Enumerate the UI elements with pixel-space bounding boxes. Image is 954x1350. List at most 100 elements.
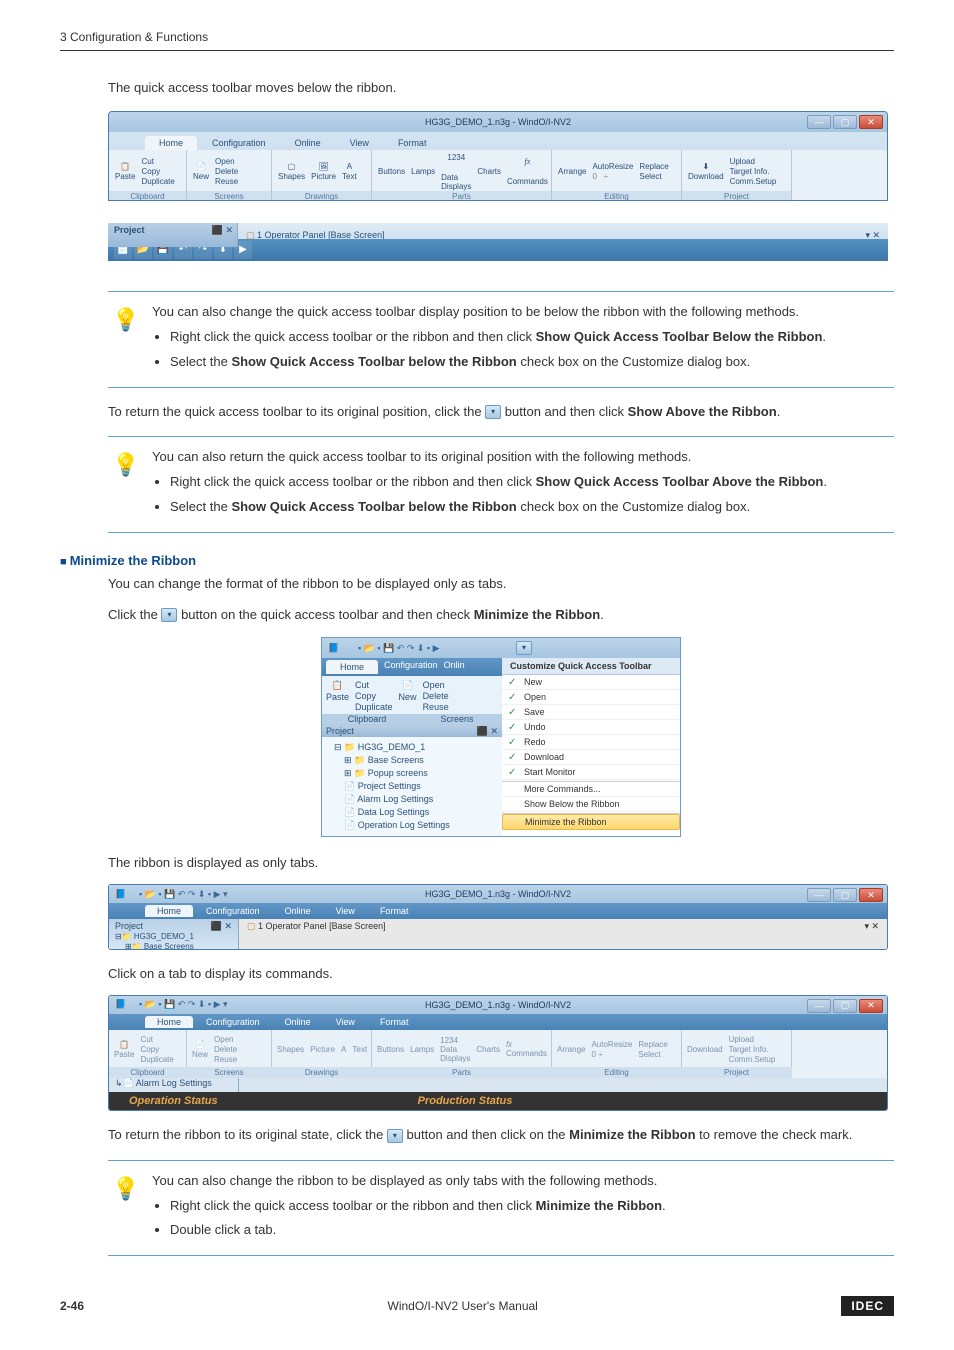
dd-screens-label: Screens	[412, 714, 502, 724]
menu-save: ✓Save	[502, 705, 680, 720]
tree3-base: Base Screens	[144, 942, 194, 950]
target-info-item: Target Info.	[730, 167, 777, 176]
lightbulb-icon: 💡	[112, 302, 138, 328]
copy-item: Copy	[141, 167, 174, 176]
ribbon-tabs-only-text: The ribbon is displayed as only tabs.	[108, 853, 894, 874]
comm-setup-item: Comm.Setup	[730, 177, 777, 186]
exp-project-label: Project	[681, 1067, 792, 1078]
menu-more-commands: More Commands...	[502, 782, 680, 797]
menu-start-monitor: ✓Start Monitor	[502, 765, 680, 780]
download-item: ⬇Download	[688, 162, 724, 181]
click-tab-text: Click on a tab to display its commands.	[108, 964, 894, 985]
exp-data: Data Displays	[440, 1045, 470, 1063]
reuse-item: Reuse	[215, 177, 238, 186]
exp-buttons: Buttons	[377, 1045, 404, 1054]
tip-block-1: 💡 You can also change the quick access t…	[108, 291, 894, 387]
dd-tab-config: Configuration	[378, 660, 444, 674]
footer-title: WindO/I-NV2 User's Manual	[388, 1299, 538, 1313]
dd-duplicate: Duplicate	[355, 702, 393, 712]
dd-delete: Delete	[423, 691, 449, 701]
picture-item: 🖼Picture	[311, 162, 336, 181]
clipboard-group-label: Clipboard	[109, 191, 186, 201]
brand-logo: IDEC	[841, 1296, 894, 1316]
tab-view: View	[324, 905, 367, 917]
window-title-3: HG3G_DEMO_1.n3g - WindO/I-NV2	[425, 889, 571, 899]
tip3-bullet-1: Right click the quick access toolbar or …	[170, 1196, 894, 1217]
exp-select: Select	[638, 1050, 667, 1059]
tab4-home: Home	[145, 1016, 193, 1028]
tabs-only-screenshot: 📘 ▪ 📂 ▪ 💾 ↶ ↷ ⬇ ▪ ▶ ▾ HG3G_DEMO_1.n3g - …	[108, 884, 888, 950]
tree-project-settings: 📄 Project Settings	[326, 780, 498, 793]
exp-charts: Charts	[476, 1045, 500, 1054]
exp-editing-label: Editing	[551, 1067, 682, 1078]
customize-dropdown-screenshot: 📘 ▪ 📂 ▪ 💾 ↶ ↷ ⬇ ▪ ▶ ▾ Home Configuration…	[321, 637, 681, 837]
screens-group-label: Screens	[187, 191, 271, 201]
maximize-window-icon: ▢	[833, 999, 857, 1013]
minimize-window-icon: —	[807, 999, 831, 1013]
exp-delete: Delete	[214, 1045, 237, 1054]
menu-download: ✓Download	[502, 750, 680, 765]
tip1-bullet-1: Right click the quick access toolbar or …	[170, 327, 894, 348]
dropdown-icon: ▾	[485, 405, 501, 419]
tip-block-2: 💡 You can also return the quick access t…	[108, 436, 894, 532]
exp-copy: Copy	[140, 1045, 173, 1054]
duplicate-item: Duplicate	[141, 177, 174, 186]
data-displays-part: 1234Data Displays	[441, 153, 471, 191]
lightbulb-icon: 💡	[112, 1171, 138, 1197]
parts-group-label: Parts	[372, 191, 551, 201]
close-window-icon: ✕	[859, 115, 883, 129]
exp-target: Target Info.	[729, 1045, 776, 1054]
exp-download: Download	[687, 1045, 723, 1054]
minimize-p1: You can change the format of the ribbon …	[108, 574, 894, 595]
minimize-heading: Minimize the Ribbon	[60, 553, 894, 568]
project-group-label: Project	[682, 191, 791, 201]
minimize-window-icon: —	[807, 115, 831, 129]
minimize-p2: Click the ▾ button on the quick access t…	[108, 605, 894, 626]
return-above-paragraph: To return the quick access toolbar to it…	[108, 402, 894, 423]
menu-undo: ✓Undo	[502, 720, 680, 735]
project-pane: Project ⬛ ✕	[108, 223, 238, 247]
page-number: 2-46	[60, 1299, 84, 1313]
exp-autoresize: AutoResize	[591, 1040, 632, 1049]
dd-open: Open	[423, 680, 449, 690]
exp-paste: 📋Paste	[114, 1040, 134, 1059]
open-item: Open	[215, 157, 238, 166]
tree3-root: HG3G_DEMO_1	[134, 932, 194, 941]
canvas-tab-3: 1 Operator Panel [Base Screen]	[258, 921, 386, 931]
maximize-window-icon: ▢	[833, 115, 857, 129]
tree-operation-log: 📄 Operation Log Settings	[326, 819, 498, 832]
ribbon-tab-format: Format	[384, 136, 441, 150]
exp-open: Open	[214, 1035, 237, 1044]
tip2-intro: You can also return the quick access too…	[152, 447, 894, 468]
dd-cut: Cut	[355, 680, 393, 690]
exp-dup: Duplicate	[140, 1055, 173, 1064]
upload-item: Upload	[730, 157, 777, 166]
exp-clipboard-label: Clipboard	[108, 1067, 187, 1078]
exp-reuse: Reuse	[214, 1055, 237, 1064]
customize-qat-title: Customize Quick Access Toolbar	[502, 658, 680, 675]
dd-copy: Copy	[355, 691, 393, 701]
exp-replace: Replace	[638, 1040, 667, 1049]
exp-lamps: Lamps	[410, 1045, 434, 1054]
select-item: Select	[639, 172, 668, 181]
dropdown-icon: ▾	[387, 1129, 403, 1143]
tree-data-log: 📄 Data Log Settings	[326, 806, 498, 819]
exp-parts-label: Parts	[371, 1067, 552, 1078]
tree-alarm-log: 📄 Alarm Log Settings	[326, 793, 498, 806]
shapes-item: ▢Shapes	[278, 162, 305, 181]
tip3-bullet-2: Double click a tab.	[170, 1220, 894, 1241]
close-window-icon: ✕	[859, 999, 883, 1013]
minimize-window-icon: —	[807, 888, 831, 902]
ribbon-screenshot-1: HG3G_DEMO_1.n3g - WindO/I-NV2 — ▢ ✕ Home…	[108, 111, 888, 201]
new-button: 📄New	[193, 162, 209, 181]
tip2-bullet-2: Select the Show Quick Access Toolbar bel…	[170, 497, 894, 518]
dd-clipboard-label: Clipboard	[322, 714, 412, 724]
cut-item: Cut	[141, 157, 174, 166]
editing-group-label: Editing	[552, 191, 681, 201]
exp-screens-label: Screens	[186, 1067, 272, 1078]
status-operation: Operation Status	[129, 1095, 218, 1107]
dd-reuse: Reuse	[423, 702, 449, 712]
tab-config: Configuration	[194, 905, 272, 917]
dd-paste: 📋Paste	[326, 680, 349, 712]
menu-open: ✓Open	[502, 690, 680, 705]
